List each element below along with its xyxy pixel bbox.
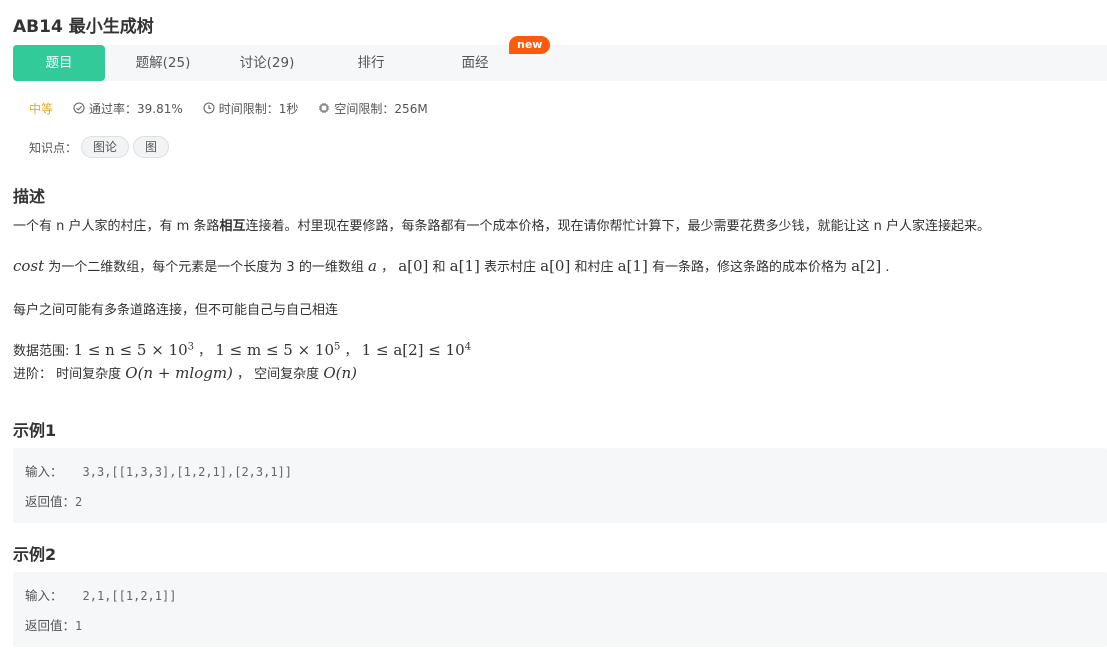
description-heading: 描述 xyxy=(13,187,46,206)
knowledge-label: 知识点： xyxy=(29,140,78,155)
tab-interview[interactable]: 面经 xyxy=(429,45,521,81)
clock-icon xyxy=(203,102,215,114)
tag-graph[interactable]: 图 xyxy=(133,136,170,158)
description-paragraph-3: 每户之间可能有多条道路连接，但不可能自己与自己相连 xyxy=(13,303,339,318)
time-limit-text: 时间限制：1秒 xyxy=(218,101,299,116)
tab-problem[interactable]: 题目 xyxy=(13,45,105,81)
difficulty-label: 中等 xyxy=(29,101,54,116)
tab-bar: 题目 题解(25) 讨论(29) 排行 面经 new xyxy=(13,36,1107,81)
pass-rate: 通过率：39.81% xyxy=(73,100,183,117)
example-1-box: 输入： 3,3,[[1,3,3],[1,2,1],[2,3,1]] 返回值：2 xyxy=(13,448,1107,523)
pass-rate-text: 通过率：39.81% xyxy=(89,101,183,116)
knowledge-points: 知识点： 图论 图 xyxy=(29,136,170,158)
example-1-input: 输入： 3,3,[[1,3,3],[1,2,1],[2,3,1]] xyxy=(25,464,293,479)
example-2-heading: 示例2 xyxy=(13,545,57,564)
chip-icon xyxy=(319,103,330,113)
complexity-requirements: 进阶： 时间复杂度 O(n + mlogm) ， 空间复杂度 O(n) xyxy=(13,364,357,382)
example-1-heading: 示例1 xyxy=(13,421,57,440)
tab-discussion[interactable]: 讨论(29) xyxy=(221,45,313,81)
check-circle-icon xyxy=(73,102,85,114)
example-2-input: 输入： 2,1,[[1,2,1]] xyxy=(25,588,177,603)
page-title: AB14 最小生成树 xyxy=(13,17,154,37)
space-limit: 空间限制：256M xyxy=(318,100,428,117)
example-2-output: 返回值：1 xyxy=(25,618,83,633)
example-1-output: 返回值：2 xyxy=(25,494,83,509)
tab-ranking[interactable]: 排行 xyxy=(325,45,417,81)
description-paragraph-1: 一个有 n 户人家的村庄，有 m 条路相互连接着。村里现在要修路，每条路都有一个… xyxy=(13,219,990,234)
description-paragraph-2: cost 为一个二维数组，每个元素是一个长度为 3 的一维数组 a ， a[0]… xyxy=(13,257,890,275)
tab-solutions[interactable]: 题解(25) xyxy=(117,45,209,81)
time-limit: 时间限制：1秒 xyxy=(203,100,299,117)
example-2-box: 输入： 2,1,[[1,2,1]] 返回值：1 xyxy=(13,572,1107,647)
tag-graph-theory[interactable]: 图论 xyxy=(81,136,130,158)
space-limit-text: 空间限制：256M xyxy=(334,101,428,116)
data-range: 数据范围: 1 ≤ n ≤ 5 × 103 ， 1 ≤ m ≤ 5 × 105 … xyxy=(13,341,472,359)
problem-meta: 中等 通过率：39.81% 时间限制：1秒 空间限制：256M xyxy=(29,100,448,116)
new-badge: new xyxy=(509,36,551,54)
